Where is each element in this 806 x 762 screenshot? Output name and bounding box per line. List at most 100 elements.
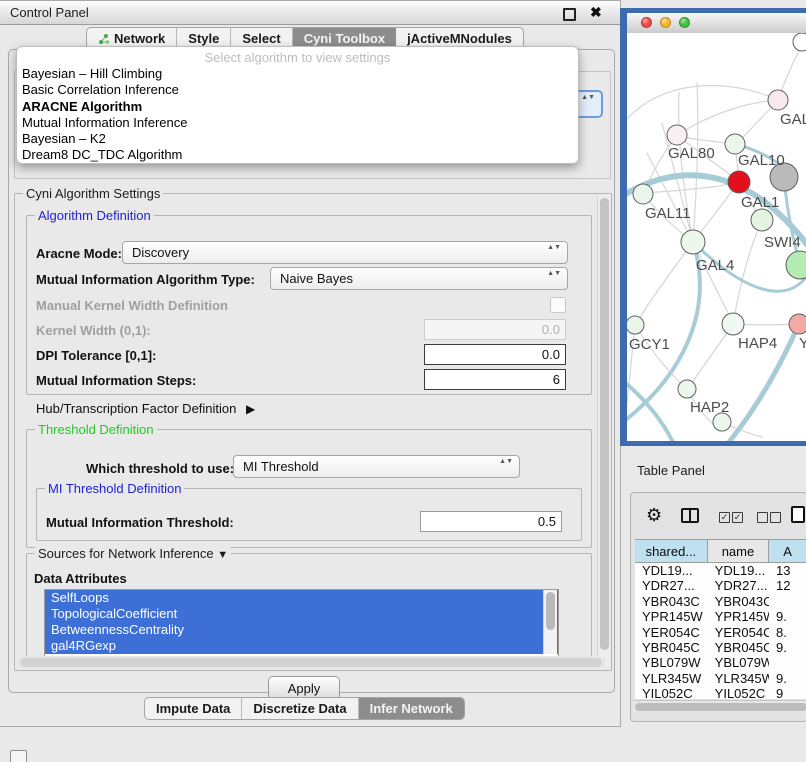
minimized-panel-icon[interactable] [10,750,27,762]
table-row[interactable]: YLR345WYLR345W9. [635,671,806,686]
network-node[interactable] [667,125,687,145]
node-table: shared...nameA YDL19...YDL19...13YDR27..… [635,539,806,699]
network-edge[interactable] [733,223,761,324]
control-panel-title: Control Panel [10,5,89,20]
mac-minimize-icon[interactable] [660,17,671,28]
network-node[interactable] [681,230,705,254]
algorithm-option[interactable]: Dream8 DC_TDC Algorithm [17,147,578,163]
network-graph[interactable]: GALGAL80GAL10GAL1GAL11SWI4GAL4GCY1HAP4YH… [627,33,806,441]
tab-impute-data[interactable]: Impute Data [145,698,242,719]
sources-group-title[interactable]: Sources for Network Inference ▼ [35,546,231,561]
algorithm-option[interactable]: Mutual Information Inference [17,115,578,131]
tab-label: Infer Network [370,701,453,716]
algorithm-option[interactable]: ARACNE Algorithm [17,99,578,115]
table-row[interactable]: YDL19...YDL19...13 [635,563,806,578]
column-header-a[interactable]: A [769,540,806,562]
algorithm-placeholder-option[interactable]: Select algorithm to view settings [17,49,578,66]
network-node-label: GAL [780,111,806,128]
kernel-width-label: Kernel Width (0,1): [36,323,151,338]
network-view-frame: GALGAL80GAL10GAL1GAL11SWI4GAL4GCY1HAP4YH… [620,8,806,446]
attribute-item[interactable]: gal4RGexp [45,638,558,654]
gear-icon[interactable]: ⚙ [646,506,662,524]
kernel-width-field[interactable]: 0.0 [424,319,566,340]
table-row[interactable]: YPR145WYPR145W9. [635,609,806,624]
control-panel-titlebar[interactable]: Control Panel ✖ [0,1,620,25]
network-node[interactable] [722,313,744,335]
table-row[interactable]: YBR043CYBR043C [635,594,806,609]
network-edge[interactable] [693,83,698,242]
algorithm-option[interactable]: Bayesian – Hill Climbing [17,66,578,82]
attribute-item[interactable]: BetweennessCentrality [45,622,558,638]
network-node[interactable] [627,316,644,334]
network-edge[interactable] [689,324,733,387]
checked-checkbox-icon[interactable]: ✓ [719,512,730,523]
network-edge[interactable] [635,325,685,387]
table-row[interactable]: YBR045CYBR045C9. [635,640,806,655]
table-row[interactable]: YER054CYER054C8. [635,625,806,640]
cyni-bottom-tabs: Impute Data Discretize Data Infer Network [144,697,465,720]
algorithm-option[interactable]: Basic Correlation Inference [17,82,578,98]
float-window-icon[interactable] [563,8,576,21]
mi-steps-field[interactable]: 6 [424,369,566,390]
network-node[interactable] [793,33,806,51]
unchecked-checkbox-icon[interactable] [770,512,781,523]
table-cell: 13 [769,563,806,578]
table-row[interactable]: YBL079WYBL079W [635,655,806,670]
tab-label: Discretize Data [253,701,346,716]
network-edge[interactable] [627,85,778,125]
checked-checkbox-icon[interactable]: ✓ [732,512,743,523]
tab-label: jActiveMNodules [407,31,512,46]
attribute-item[interactable]: SelfLoops [45,590,558,606]
tab-discretize-data[interactable]: Discretize Data [242,698,358,719]
column-header-name[interactable]: name [708,540,769,562]
settings-hscrollbar[interactable] [18,656,606,668]
mac-zoom-icon[interactable] [679,17,690,28]
table-row[interactable]: YDR27...YDR27...12 [635,578,806,593]
hub-expander[interactable]: Hub/Transcription Factor Definition ▶ [36,401,255,416]
column-header-shared[interactable]: shared... [635,540,708,562]
network-node[interactable] [751,209,773,231]
settings-scrollbar-thumb[interactable] [600,198,609,650]
settings-hscrollbar-thumb[interactable] [20,658,602,667]
table-panel-title: Table Panel [637,463,705,478]
network-window-titlebar[interactable] [627,13,806,34]
network-node[interactable] [725,134,745,154]
combobox-stepper-icon: ▲▼ [547,270,561,278]
tab-infer-network[interactable]: Infer Network [359,698,464,719]
network-canvas[interactable]: GALGAL80GAL10GAL1GAL11SWI4GAL4GCY1HAP4YH… [627,33,806,441]
aracne-mode-label: Aracne Mode: [36,246,122,261]
which-threshold-combobox[interactable]: MI Threshold ▲▼ [233,455,520,478]
tab-label: Impute Data [156,701,230,716]
attributes-scrollbar-thumb[interactable] [546,592,555,630]
close-icon[interactable]: ✖ [590,4,602,16]
split-columns-icon[interactable] [681,508,699,523]
algorithm-option[interactable]: Bayesian – K2 [17,131,578,147]
unchecked-checkbox-icon[interactable] [757,512,768,523]
network-node[interactable] [789,314,806,334]
network-node[interactable] [728,171,750,193]
aracne-mode-combobox[interactable]: Discovery ▲▼ [122,241,568,264]
table-hscrollbar-thumb[interactable] [635,703,806,711]
tab-label: Select [242,31,280,46]
manual-kernel-checkbox[interactable] [550,297,566,313]
network-edge[interactable] [637,242,693,323]
document-icon[interactable] [791,506,805,523]
dpi-tolerance-field[interactable]: 0.0 [424,344,566,365]
network-node-label: GAL1 [741,194,779,211]
network-node[interactable] [786,251,806,279]
network-node[interactable] [678,380,696,398]
attribute-item[interactable]: TopologicalCoefficient [45,606,558,622]
network-node[interactable] [633,184,653,204]
data-attributes-list[interactable]: SelfLoopsTopologicalCoefficientBetweenne… [44,589,559,657]
mi-type-combobox[interactable]: Naive Bayes ▲▼ [270,267,568,290]
mi-threshold-field[interactable]: 0.5 [420,511,562,532]
table-hscrollbar[interactable] [633,700,806,712]
network-node[interactable] [768,90,788,110]
attributes-scrollbar[interactable] [543,590,557,654]
mac-close-icon[interactable] [641,17,652,28]
settings-scrollbar[interactable] [597,195,610,667]
combobox-stepper-icon: ▲▼ [499,458,513,466]
table-row[interactable]: YIL052CYIL052C9 [635,686,806,699]
network-edge-highlighted[interactable] [627,378,675,441]
network-node-label: SWI4 [764,234,801,251]
